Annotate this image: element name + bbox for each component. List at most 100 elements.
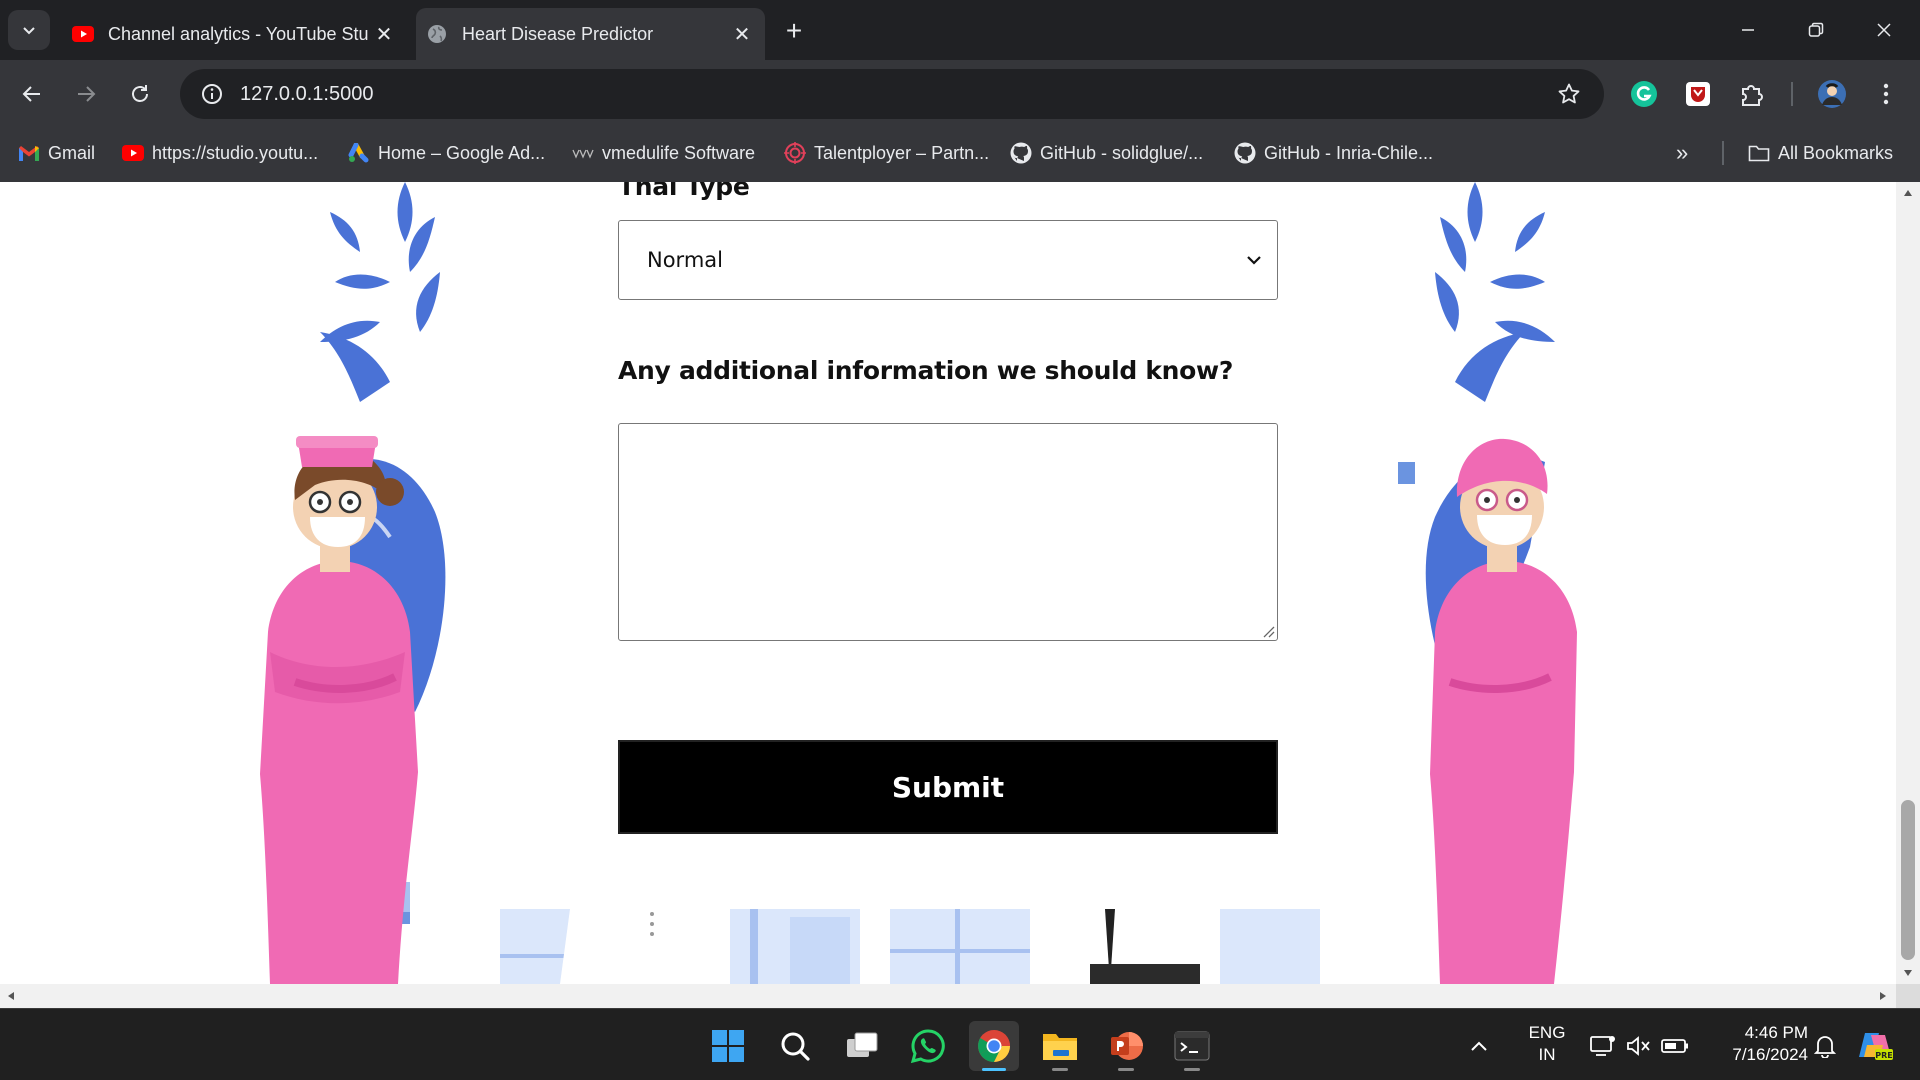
youtube-icon bbox=[122, 142, 144, 164]
grammarly-extension-icon[interactable] bbox=[1626, 76, 1662, 112]
bookmark-gmail[interactable]: Gmail bbox=[18, 131, 95, 175]
powerpoint-icon bbox=[1111, 1032, 1143, 1060]
hospital-window-illustration bbox=[500, 909, 1320, 984]
bookmark-label: vmedulife Software bbox=[602, 142, 756, 163]
additional-info-label: Any additional information we should kno… bbox=[618, 356, 1234, 385]
scrollbar-corner bbox=[1896, 984, 1920, 1008]
tab-heart-disease-predictor[interactable]: Heart Disease Predictor ✕ bbox=[416, 8, 765, 60]
address-bar[interactable]: 127.0.0.1:5000 bbox=[180, 69, 1604, 119]
restore-icon bbox=[1808, 22, 1824, 37]
region-code: IN bbox=[1538, 1045, 1556, 1064]
extensions-puzzle-icon[interactable] bbox=[1734, 76, 1770, 112]
additional-info-textarea[interactable] bbox=[618, 423, 1278, 641]
youtube-icon bbox=[72, 23, 94, 45]
network-icon bbox=[1590, 1036, 1615, 1056]
bookmark-label: Home – Google Ad... bbox=[378, 142, 546, 163]
terminal-taskbar-button[interactable] bbox=[1167, 1021, 1217, 1071]
language-indicator[interactable]: ENG IN bbox=[1517, 1022, 1577, 1066]
scroll-left-arrow-icon[interactable] bbox=[6, 990, 16, 1002]
arrow-left-icon bbox=[22, 86, 40, 102]
folder-icon bbox=[1043, 1034, 1077, 1060]
site-info-icon[interactable] bbox=[190, 72, 234, 116]
task-view-icon bbox=[847, 1032, 878, 1057]
resize-grip-icon[interactable] bbox=[1261, 624, 1275, 638]
svg-text:PRE: PRE bbox=[1875, 1051, 1893, 1060]
bookmark-github-inria[interactable]: GitHub - Inria-Chile... bbox=[1234, 131, 1433, 175]
network-status[interactable] bbox=[1586, 1021, 1620, 1071]
notifications-button[interactable] bbox=[1808, 1021, 1842, 1071]
start-button[interactable] bbox=[703, 1021, 753, 1071]
search-icon bbox=[781, 1032, 810, 1061]
battery-icon bbox=[1661, 1039, 1688, 1053]
close-tab-icon[interactable]: ✕ bbox=[369, 19, 399, 49]
scroll-right-arrow-icon[interactable] bbox=[1878, 990, 1888, 1002]
chrome-taskbar-button[interactable] bbox=[969, 1021, 1019, 1071]
powerpoint-taskbar-button[interactable] bbox=[1101, 1021, 1151, 1071]
search-button[interactable] bbox=[770, 1021, 820, 1071]
folder-icon bbox=[1748, 142, 1770, 164]
bookmark-star-icon[interactable] bbox=[1554, 79, 1584, 109]
bookmark-youtube-studio[interactable]: https://studio.youtu... bbox=[122, 131, 318, 175]
tab-strip: Channel analytics - YouTube Stu ✕ Heart … bbox=[0, 0, 1920, 60]
new-tab-button[interactable]: + bbox=[777, 14, 811, 48]
terminal-icon bbox=[1174, 1031, 1210, 1061]
minimize-button[interactable] bbox=[1714, 0, 1782, 60]
browser-toolbar: 127.0.0.1:5000 Gmail https://studio.yout… bbox=[0, 60, 1920, 182]
all-bookmarks-button[interactable]: All Bookmarks bbox=[1748, 131, 1893, 175]
running-indicator bbox=[1184, 1068, 1200, 1071]
scroll-up-arrow-icon[interactable] bbox=[1902, 188, 1914, 198]
bookmark-label: GitHub - solidglue/... bbox=[1040, 142, 1204, 163]
horizontal-scrollbar[interactable] bbox=[0, 984, 1896, 1008]
copilot-button[interactable]: PRE bbox=[1852, 1021, 1898, 1071]
windows-logo-icon bbox=[712, 1030, 744, 1062]
profile-avatar[interactable] bbox=[1814, 76, 1850, 112]
running-indicator bbox=[1052, 1068, 1068, 1071]
bookmark-vmedulife[interactable]: vmedulife Software bbox=[572, 131, 755, 175]
reload-button[interactable] bbox=[122, 76, 158, 112]
active-indicator bbox=[982, 1068, 1006, 1071]
chrome-menu-button[interactable] bbox=[1868, 76, 1904, 112]
volume-status[interactable] bbox=[1622, 1021, 1656, 1071]
file-explorer-taskbar-button[interactable] bbox=[1035, 1021, 1085, 1071]
bell-icon bbox=[1814, 1036, 1836, 1058]
double-chevron-right-icon: » bbox=[1676, 140, 1689, 165]
bookmark-google-ads[interactable]: Home – Google Ad... bbox=[348, 131, 545, 175]
more-bookmarks-button[interactable]: » bbox=[1676, 131, 1688, 175]
github-icon bbox=[1010, 142, 1032, 164]
restore-button[interactable] bbox=[1782, 0, 1850, 60]
scroll-down-arrow-icon[interactable] bbox=[1902, 968, 1914, 978]
vertical-scrollbar[interactable] bbox=[1896, 182, 1920, 984]
copilot-icon: PRE bbox=[1859, 1033, 1893, 1060]
bookmark-github-solidglue[interactable]: GitHub - solidglue/... bbox=[1010, 131, 1203, 175]
vertical-scrollbar-thumb[interactable] bbox=[1901, 800, 1915, 960]
windows-taskbar: ENG IN 4:46 PM 7/16/2024 PRE bbox=[0, 1008, 1920, 1080]
back-button[interactable] bbox=[14, 76, 50, 112]
chevron-down-icon bbox=[1239, 254, 1269, 266]
bookmark-label: All Bookmarks bbox=[1778, 142, 1894, 163]
globe-icon bbox=[426, 23, 448, 45]
battery-status[interactable] bbox=[1658, 1021, 1692, 1071]
whatsapp-taskbar-button[interactable] bbox=[903, 1021, 953, 1071]
close-tab-icon[interactable]: ✕ bbox=[727, 19, 757, 49]
clock-date: 7/16/2024 bbox=[1732, 1045, 1808, 1064]
language-code: ENG bbox=[1528, 1023, 1566, 1042]
forward-button[interactable] bbox=[68, 76, 104, 112]
google-ads-icon bbox=[348, 142, 370, 164]
thal-type-selected-value: Normal bbox=[647, 248, 723, 272]
close-window-button[interactable] bbox=[1850, 0, 1918, 60]
thal-type-select[interactable]: Normal bbox=[618, 220, 1278, 300]
chevron-up-icon bbox=[1471, 1041, 1487, 1051]
nurse-illustration-right bbox=[1395, 182, 1577, 984]
clock[interactable]: 4:46 PM 7/16/2024 bbox=[1700, 1022, 1808, 1066]
arrow-right-icon bbox=[78, 86, 96, 102]
tab-youtube-analytics[interactable]: Channel analytics - YouTube Stu ✕ bbox=[62, 8, 407, 60]
bookmark-label: Gmail bbox=[48, 142, 96, 163]
tab-search-button[interactable] bbox=[8, 10, 50, 50]
bookmark-talentployer[interactable]: Talentployer – Partn... bbox=[784, 131, 989, 175]
submit-button[interactable]: Submit bbox=[618, 740, 1278, 834]
task-view-button[interactable] bbox=[837, 1021, 887, 1071]
show-hidden-icons-button[interactable] bbox=[1464, 1021, 1494, 1071]
toolbar-divider bbox=[1791, 82, 1793, 106]
bookmark-label: GitHub - Inria-Chile... bbox=[1264, 142, 1434, 163]
mcafee-extension-icon[interactable] bbox=[1680, 76, 1716, 112]
